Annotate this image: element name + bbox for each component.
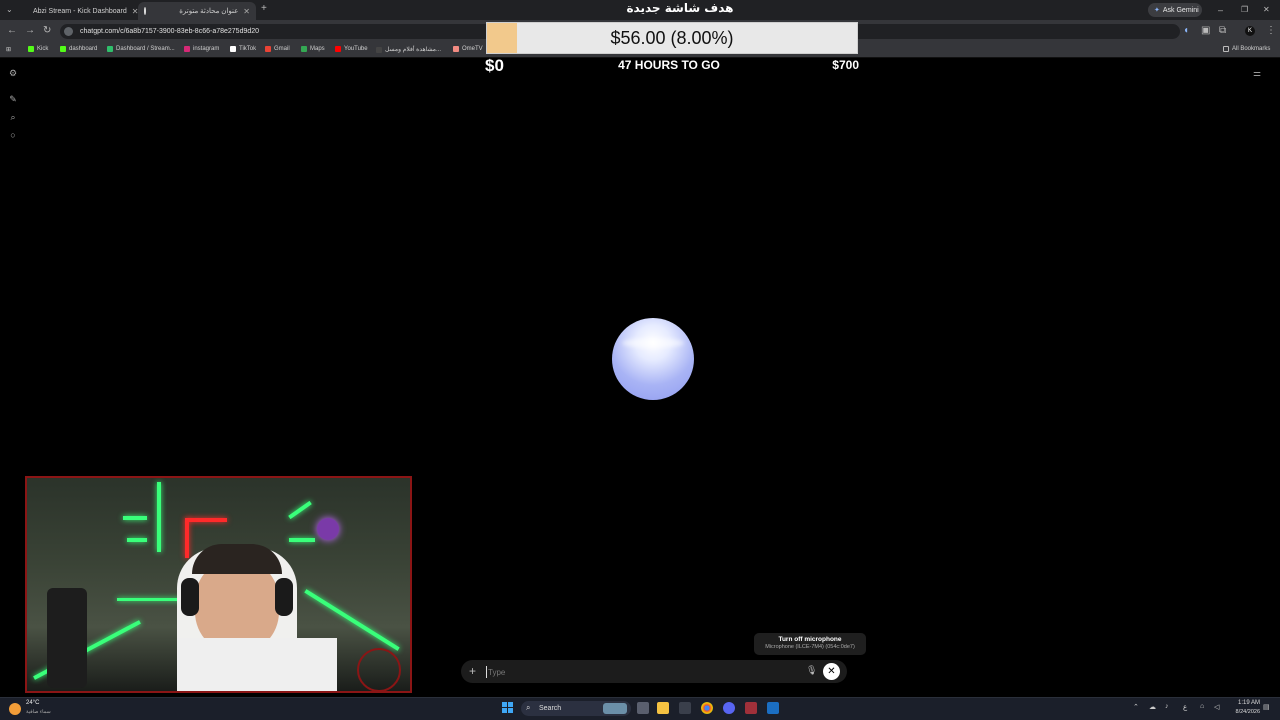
taskbar-search[interactable]: ⌕ Search xyxy=(521,701,631,716)
add-attachment-icon[interactable]: + xyxy=(469,664,476,678)
tooltip-subtitle: Microphone (ILCE-7M4) (054c:0de7) xyxy=(765,644,855,650)
bookmark-youtube[interactable]: YouTube xyxy=(335,46,368,52)
discord-icon[interactable] xyxy=(723,702,735,714)
bookmark-instagram[interactable]: instagram xyxy=(184,46,219,52)
ask-gemini-button[interactable]: ✦ Ask Gemini xyxy=(1148,3,1202,17)
goal-min-label: $0 xyxy=(485,56,504,75)
close-window-icon[interactable]: ✕ xyxy=(1263,4,1270,16)
ask-gemini-label: Ask Gemini xyxy=(1162,6,1199,14)
bookmark-stream-dashboard[interactable]: Dashboard / Stream... xyxy=(107,46,175,52)
chatgpt-icon xyxy=(144,7,147,15)
search-label: Search xyxy=(539,705,562,712)
bookmark-kick[interactable]: Kick xyxy=(28,46,48,52)
tray-overflow-icon[interactable]: ⌃ xyxy=(1133,703,1139,711)
weather-icon[interactable] xyxy=(9,703,21,715)
webcam-feed xyxy=(25,476,412,693)
gemini-icon: ✦ xyxy=(1154,7,1160,14)
goal-time-remaining: 47 HOURS TO GO xyxy=(618,58,720,72)
goal-amount: $56.00 (8.00%) xyxy=(610,28,734,48)
volume-icon[interactable]: ◁ xyxy=(1214,703,1219,711)
obs-icon[interactable] xyxy=(745,702,757,714)
tab-chatgpt[interactable]: عنوان محادثة متوترة ✕ xyxy=(138,2,256,20)
search-highlight-image xyxy=(603,703,627,714)
tab-label: عنوان محادثة متوترة xyxy=(179,8,239,15)
end-voice-button[interactable]: ✕ xyxy=(823,663,840,680)
reload-icon[interactable]: ↻ xyxy=(43,25,51,37)
goal-progress-bar: $56.00 (8.00%) xyxy=(486,22,858,54)
close-icon[interactable]: ✕ xyxy=(243,7,250,16)
profile-avatar[interactable]: K xyxy=(1245,26,1255,36)
bookmark-gmail[interactable]: Gmail xyxy=(265,46,290,52)
bookmark-maps[interactable]: Maps xyxy=(301,46,325,52)
prompt-input[interactable] xyxy=(486,666,786,678)
new-chat-icon[interactable]: ✎ xyxy=(8,94,18,104)
cloud-icon[interactable]: ☁ xyxy=(1149,703,1156,711)
bookmark-dashboard[interactable]: dashboard xyxy=(60,46,97,52)
chatgpt-logo-icon[interactable]: ⚙ xyxy=(8,68,18,78)
app-icon[interactable] xyxy=(679,702,691,714)
voice-orb-highlight xyxy=(622,338,684,348)
goal-max-label: $700 xyxy=(832,58,859,72)
search-icon: ⌕ xyxy=(526,703,531,712)
mic-tray-icon[interactable]: ♪ xyxy=(1165,703,1169,710)
restore-icon[interactable]: ❐ xyxy=(1241,4,1248,16)
microphone-icon[interactable]: 🎙 xyxy=(806,665,817,676)
forward-icon[interactable]: → xyxy=(25,25,35,37)
start-icon[interactable] xyxy=(502,702,514,714)
language-indicator[interactable]: ع xyxy=(1183,703,1187,711)
read-aloud-icon[interactable]: ◖ xyxy=(1183,25,1189,37)
all-bookmarks[interactable]: All Bookmarks xyxy=(1223,46,1270,52)
goal-title: هدف شاشة جديدة xyxy=(626,1,734,15)
extensions-icon[interactable]: ⧉ xyxy=(1219,25,1226,37)
minimize-icon[interactable]: – xyxy=(1218,4,1223,16)
new-tab-icon[interactable]: + xyxy=(261,3,267,15)
chrome-icon[interactable] xyxy=(701,702,713,714)
back-icon[interactable]: ← xyxy=(7,25,17,37)
menu-icon[interactable]: ⋮ xyxy=(1266,25,1276,37)
search-icon[interactable]: ⌕ xyxy=(8,112,18,122)
notification-icon[interactable]: ▤ xyxy=(1263,703,1270,711)
task-view-icon[interactable] xyxy=(637,702,649,714)
microphone-tooltip: Turn off microphone Microphone (ILCE-7M4… xyxy=(754,633,866,655)
voice-settings-icon[interactable]: ⚌ xyxy=(1253,68,1261,79)
tab-kick-dashboard[interactable]: Abzi Stream - Kick Dashboard ✕ xyxy=(22,2,138,20)
bookmark-movies[interactable]: مشاهدة أفلام ومسل... xyxy=(376,46,441,53)
site-info-icon[interactable] xyxy=(64,27,73,36)
clock-time[interactable]: 1:19 AM xyxy=(1228,700,1260,706)
voice-orb xyxy=(612,318,694,400)
library-icon[interactable]: ○ xyxy=(8,130,18,140)
bookmark-ometv[interactable]: OmeTV xyxy=(453,46,483,52)
weather-description: سماء صافية xyxy=(26,709,51,715)
weather-temperature: 24°C xyxy=(26,700,40,706)
tab-search-icon[interactable]: ⌄ xyxy=(6,4,13,16)
steam-icon[interactable] xyxy=(767,702,779,714)
url-text: chatgpt.com/c/6a8b7157-3900-83eb-8c66-a7… xyxy=(80,28,260,35)
apps-icon[interactable]: ⊞ xyxy=(6,46,11,53)
extension-icon[interactable]: ▣ xyxy=(1201,25,1210,37)
tab-label: Abzi Stream - Kick Dashboard xyxy=(33,7,127,15)
tooltip-title: Turn off microphone xyxy=(778,636,842,643)
network-icon[interactable]: ⌂ xyxy=(1200,703,1204,710)
bookmark-tiktok[interactable]: TikTok xyxy=(230,46,256,52)
clock-date[interactable]: 8/24/2026 xyxy=(1220,709,1260,715)
file-explorer-icon[interactable] xyxy=(657,702,669,714)
